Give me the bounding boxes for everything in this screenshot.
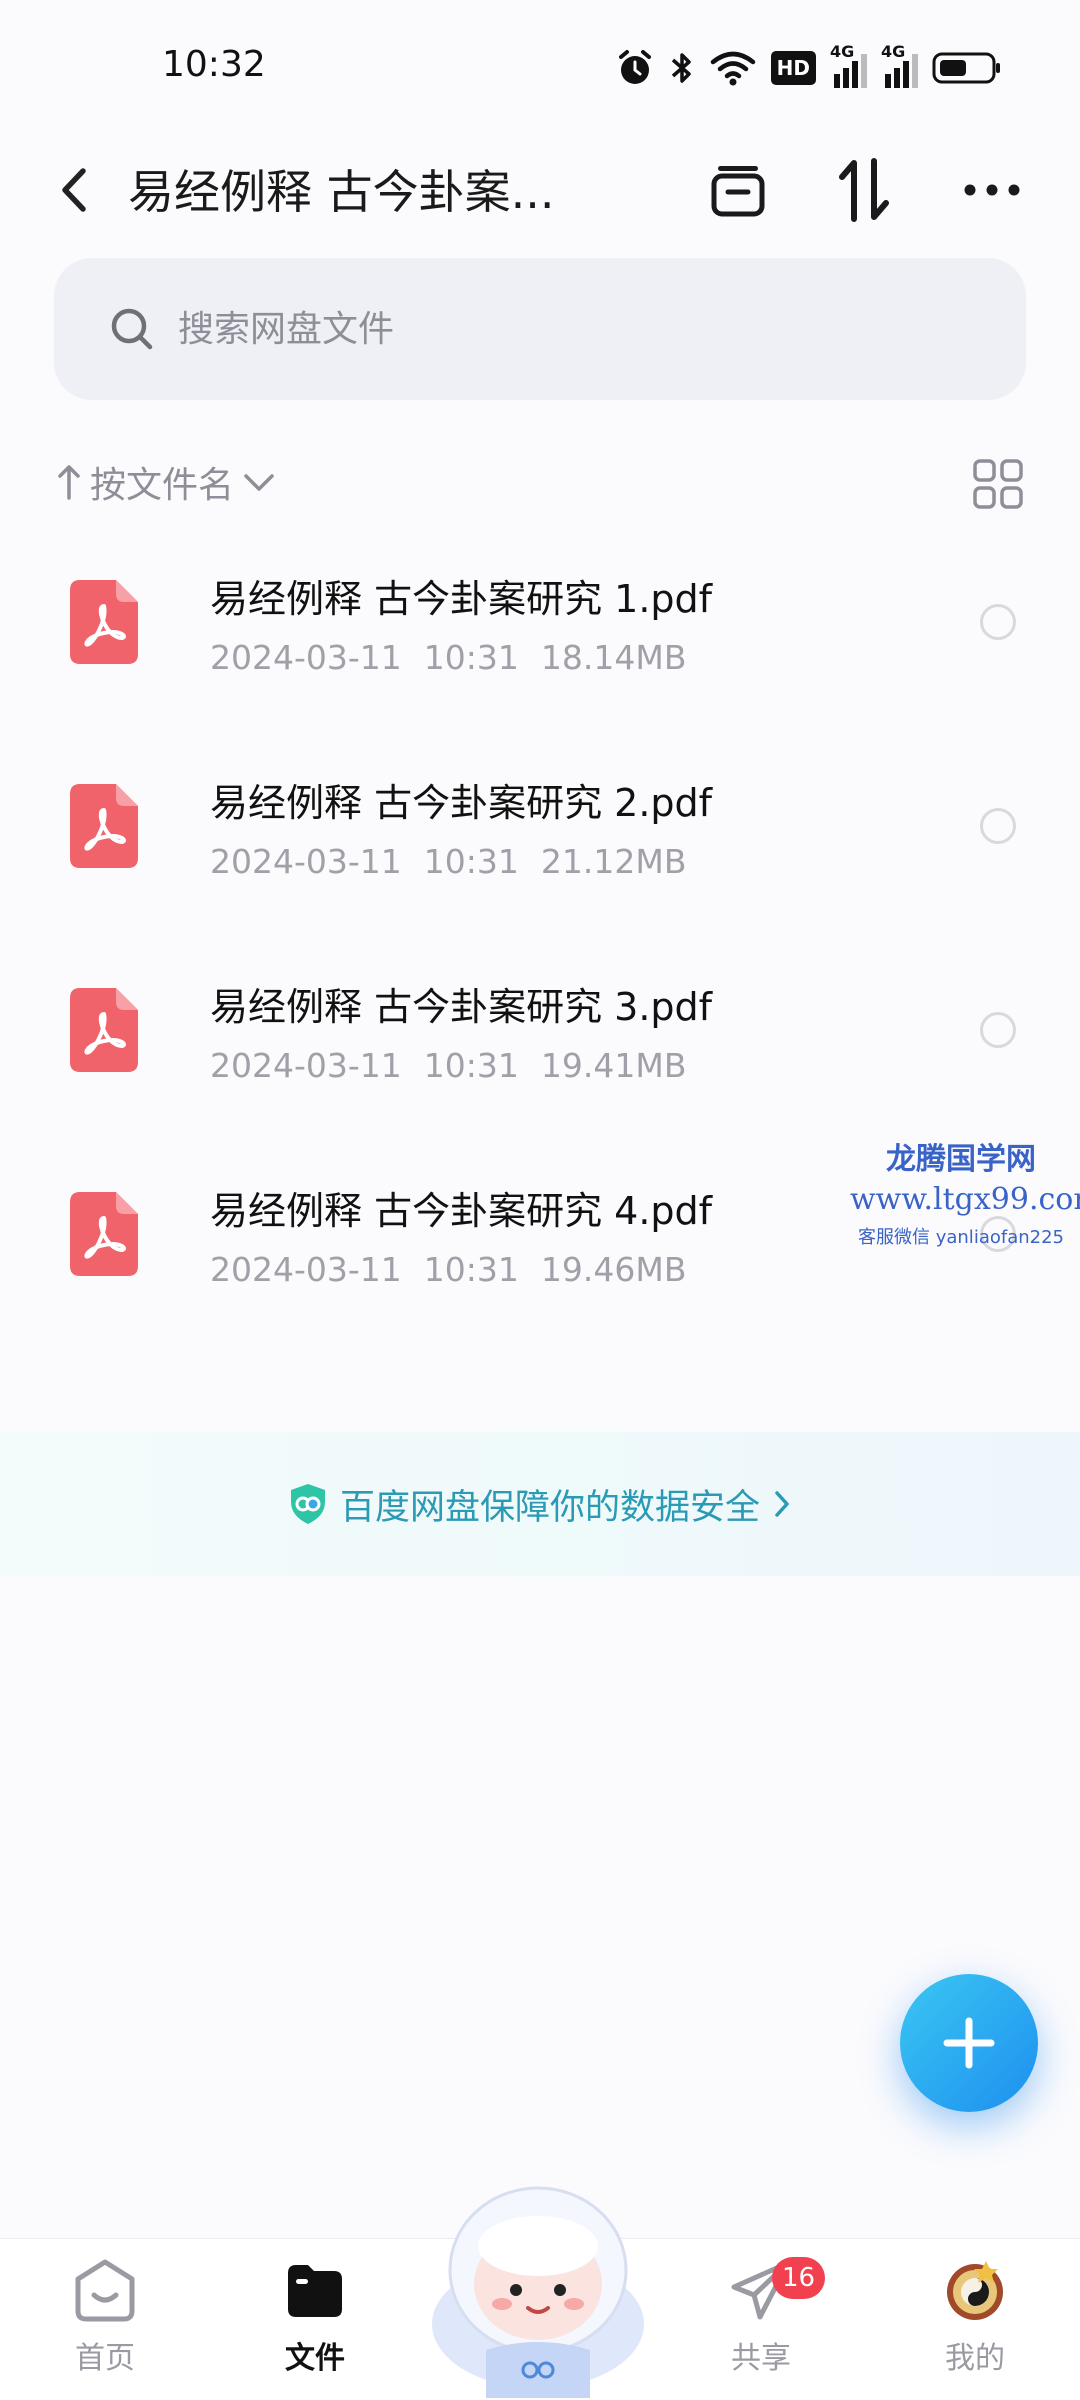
search-box[interactable] (54, 258, 1026, 400)
file-meta: 2024-03-11 10:31 21.12MB (210, 842, 708, 881)
nav-home-label: 首页 (75, 2341, 135, 2376)
list-item[interactable]: 易经例释 古今卦案研究 2.pdf 2024-03-11 10:31 21.12MB (0, 744, 1080, 948)
pdf-file-icon (70, 1192, 138, 1276)
file-time: 10:31 (423, 1046, 519, 1085)
search-icon (111, 308, 153, 350)
nav-me-label: 我的 (945, 2341, 1005, 2376)
file-name: 易经例释 古今卦案研究 1.pdf (210, 577, 713, 621)
select-checkbox[interactable] (980, 808, 1016, 844)
sort-row: 按文件名 (0, 448, 1080, 520)
file-size: 18.14MB (540, 638, 687, 677)
hd-icon: HD (770, 51, 816, 85)
file-meta: 2024-03-11 10:31 19.46MB (210, 1250, 708, 1289)
file-size: 19.46MB (540, 1250, 687, 1289)
search-input[interactable] (178, 308, 938, 350)
archive-box-icon (711, 166, 765, 217)
share-badge: 16 (772, 2257, 826, 2299)
file-time: 10:31 (423, 842, 519, 881)
list-item[interactable]: 易经例释 古今卦案研究 1.pdf 2024-03-11 10:31 18.14MB (0, 540, 1080, 744)
avatar-icon (947, 2261, 1003, 2320)
list-item[interactable]: 易经例释 古今卦案研究 3.pdf 2024-03-11 10:31 19.41MB (0, 948, 1080, 1152)
battery-icon (932, 52, 1000, 84)
nav-home[interactable]: 首页 (30, 2257, 180, 2397)
watermark-contact: 客服微信 yanliaofan225 (858, 1227, 1064, 1248)
sort-button[interactable] (826, 152, 902, 228)
safety-banner[interactable]: 百度网盘保障你的数据安全 (0, 1432, 1080, 1576)
select-checkbox[interactable] (980, 1012, 1016, 1048)
add-button[interactable] (900, 1974, 1038, 2112)
chevron-right-icon (775, 1491, 789, 1517)
file-date: 2024-03-11 (210, 842, 402, 881)
watermark: 龙腾国学网 www.ltgx99.com 客服微信 yanliaofan225 (850, 1134, 1080, 1249)
nav-files[interactable]: 文件 (240, 2257, 390, 2397)
select-checkbox[interactable] (980, 604, 1016, 640)
sort-label: 按文件名 (90, 465, 235, 506)
pdf-file-icon (70, 580, 138, 664)
bluetooth-icon (671, 53, 691, 83)
mascot-icon[interactable] (426, 2174, 650, 2398)
watermark-title: 龙腾国学网 (886, 1142, 1036, 1177)
more-button[interactable] (954, 152, 1030, 228)
page-title: 易经例释 古今卦案... (128, 165, 555, 219)
safety-banner-text: 百度网盘保障你的数据安全 (339, 1487, 760, 1528)
pdf-file-icon (70, 784, 138, 868)
file-date: 2024-03-11 (210, 1250, 402, 1289)
sort-arrows-icon (839, 158, 889, 222)
pdf-file-icon (70, 988, 138, 1072)
header: 易经例释 古今卦案... (0, 130, 1080, 250)
signal-4g-icon: 4G (881, 42, 918, 88)
archive-button[interactable] (700, 152, 776, 228)
file-name: 易经例释 古今卦案研究 2.pdf (210, 781, 713, 825)
status-icons: HD 4G 4G (615, 42, 1002, 90)
nav-share[interactable]: 16 共享 (686, 2257, 836, 2397)
file-size: 21.12MB (540, 842, 687, 881)
shield-icon (290, 1484, 325, 1524)
file-name: 易经例释 古今卦案研究 4.pdf (210, 1189, 713, 1233)
sort-by-name-button[interactable]: 按文件名 (56, 456, 276, 508)
back-arrow-icon (62, 168, 86, 212)
plus-icon (943, 2017, 995, 2069)
file-name: 易经例释 古今卦案研究 3.pdf (210, 985, 713, 1029)
more-dots-icon (964, 184, 1020, 196)
watermark-url: www.ltgx99.com (850, 1182, 1080, 1217)
file-meta: 2024-03-11 10:31 19.41MB (210, 1046, 708, 1085)
nav-files-label: 文件 (285, 2341, 345, 2376)
file-meta: 2024-03-11 10:31 18.14MB (210, 638, 708, 677)
file-time: 10:31 (423, 638, 519, 677)
nav-me[interactable]: 我的 (900, 2257, 1050, 2397)
chevron-down-icon (244, 474, 274, 491)
arrow-up-icon (58, 465, 80, 500)
wifi-icon (710, 51, 755, 86)
status-bar: 10:32 HD 4G 4G (0, 0, 1080, 130)
folder-icon (288, 2265, 342, 2317)
alarm-icon (618, 50, 651, 84)
file-time: 10:31 (423, 1250, 519, 1289)
grid-view-icon[interactable] (972, 458, 1024, 510)
file-date: 2024-03-11 (210, 638, 402, 677)
status-time: 10:32 (162, 44, 266, 85)
file-size: 19.41MB (540, 1046, 687, 1085)
file-date: 2024-03-11 (210, 1046, 402, 1085)
back-button[interactable] (44, 152, 104, 228)
signal-4g-icon: 4G (830, 42, 867, 88)
home-face-icon (75, 2259, 135, 2322)
nav-share-label: 共享 (731, 2341, 791, 2376)
